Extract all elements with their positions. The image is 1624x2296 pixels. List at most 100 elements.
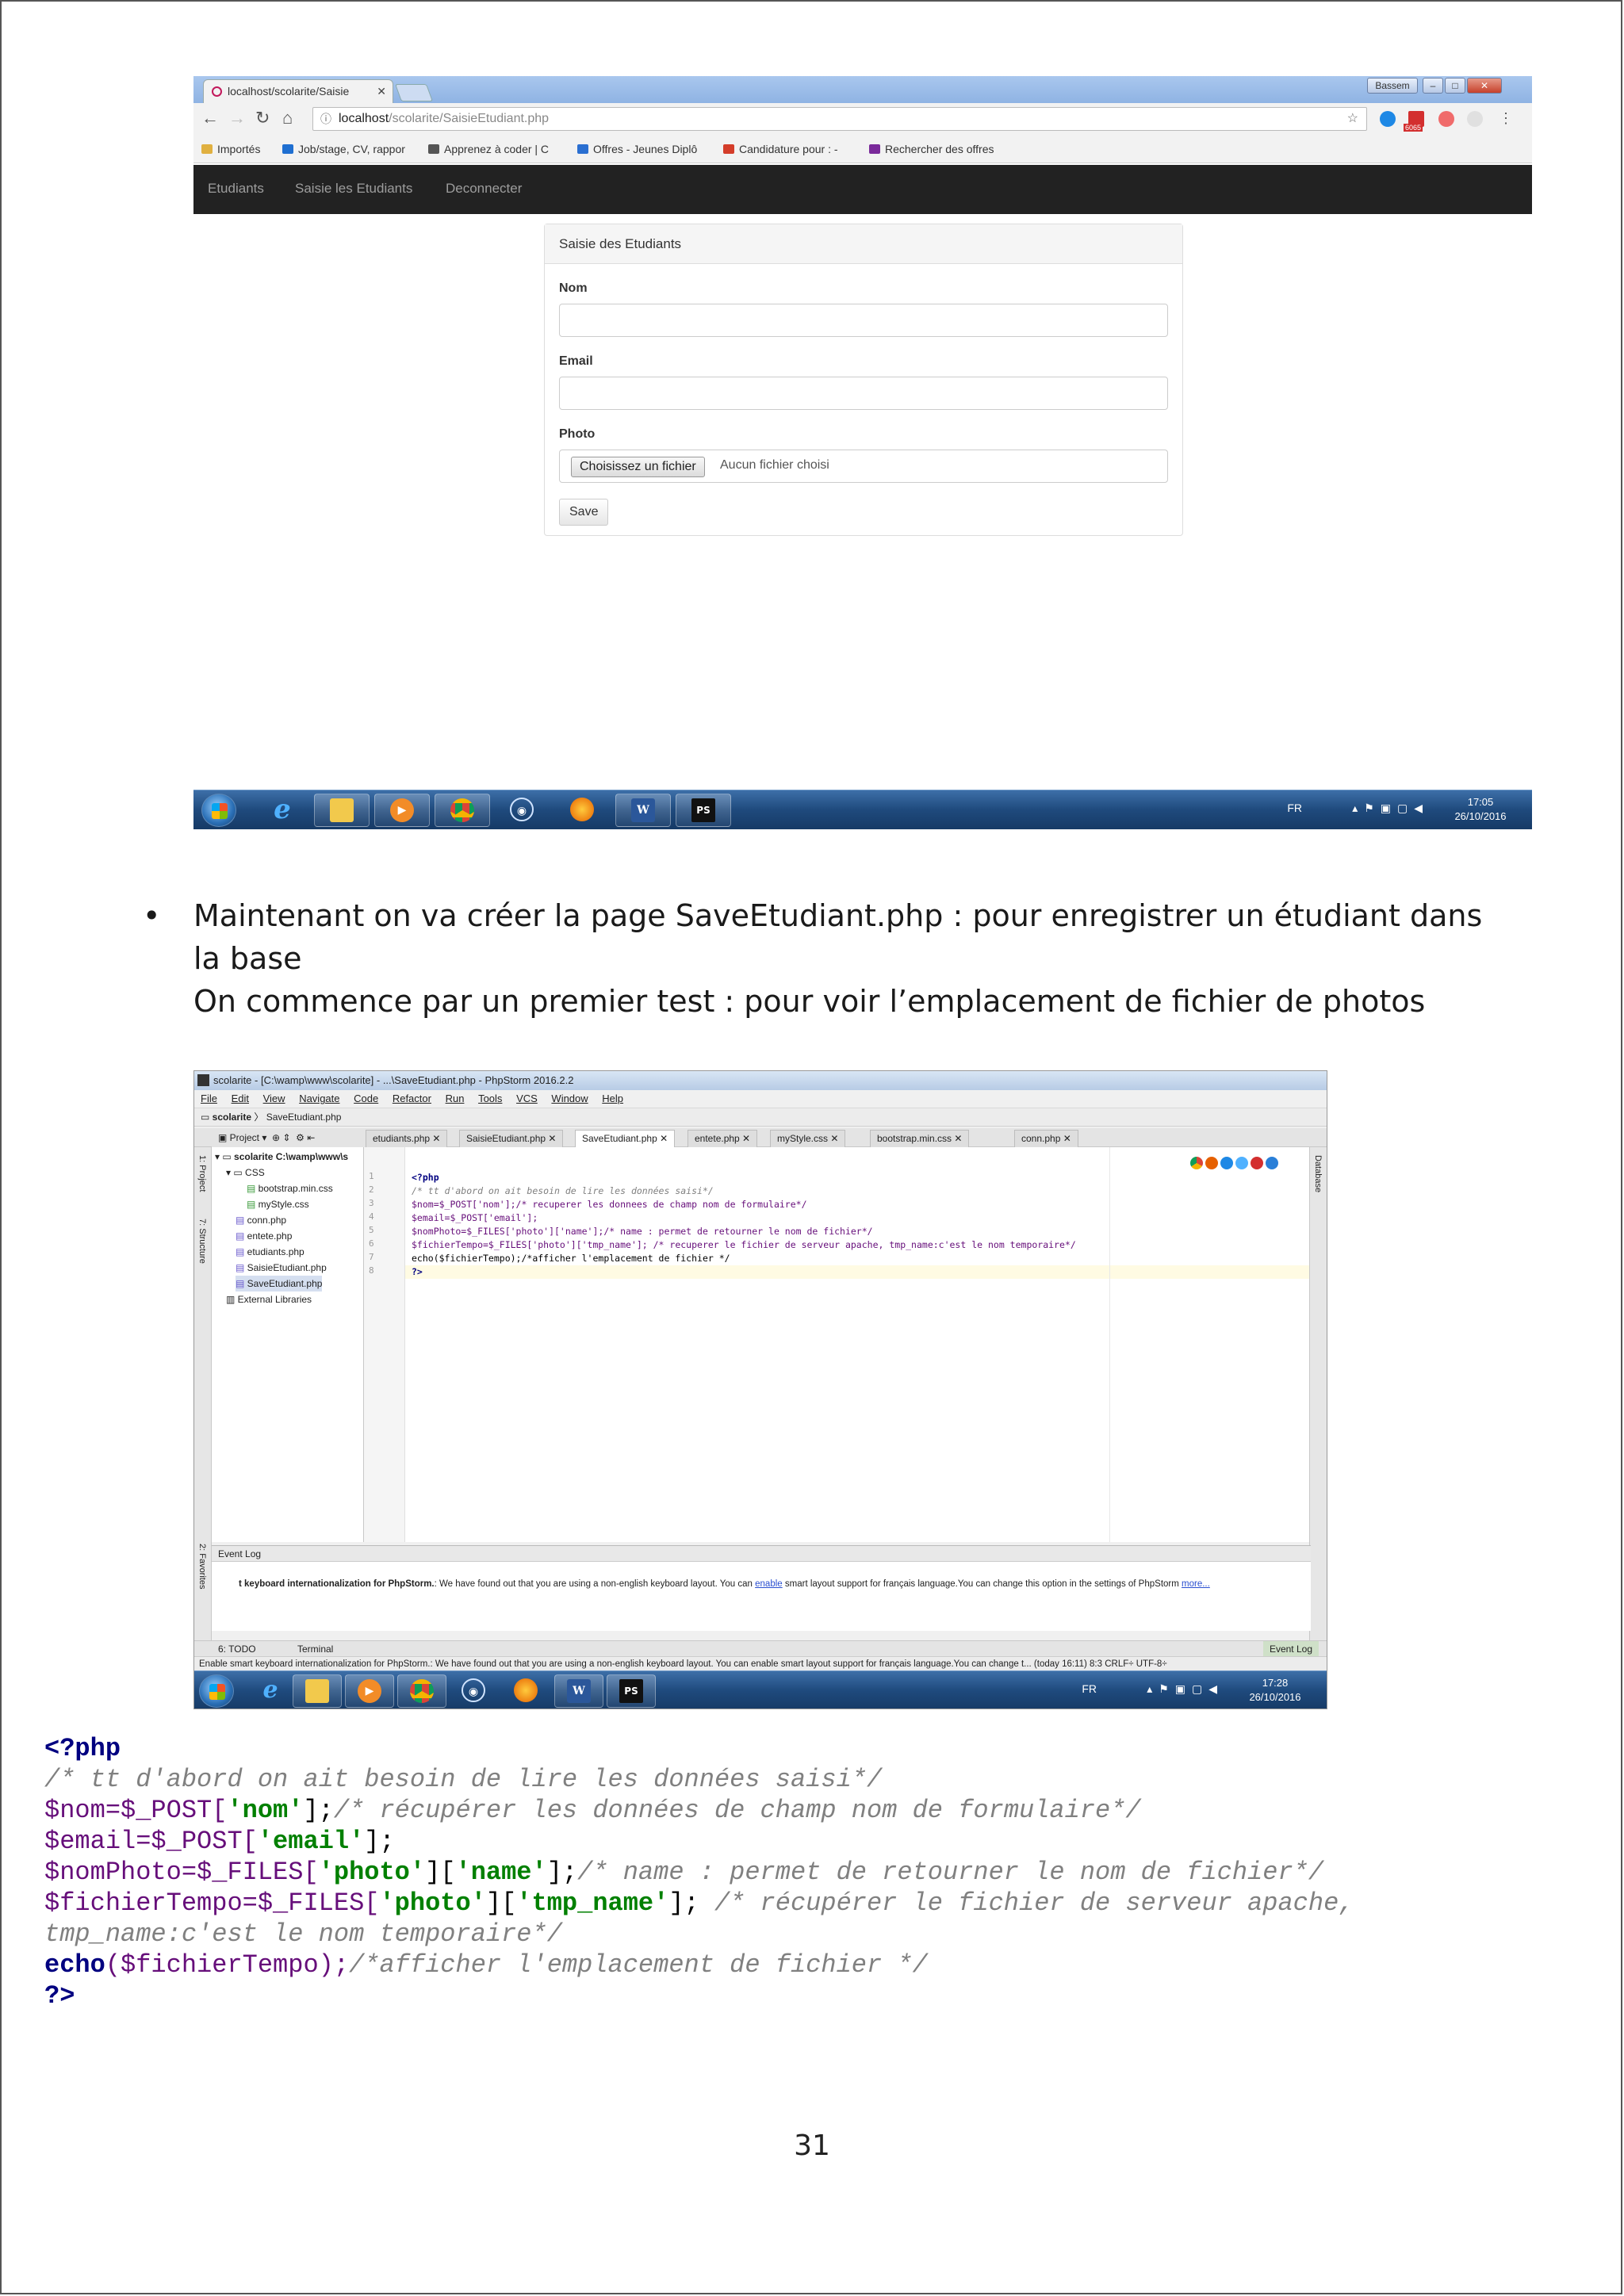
tab-saisie-etudiant[interactable]: SaisieEtudiant.php ✕ <box>459 1130 564 1147</box>
nav-saisie-etudiants[interactable]: Saisie les Etudiants <box>295 181 412 197</box>
language-indicator[interactable]: FR <box>1287 802 1302 814</box>
taskbar-explorer[interactable] <box>314 794 370 827</box>
tree-item-file[interactable]: ▤ bootstrap.min.css <box>247 1181 333 1196</box>
menu-navigate[interactable]: Navigate <box>299 1093 339 1104</box>
firefox-icon[interactable] <box>1205 1157 1218 1169</box>
browser-tab[interactable]: localhost/scolarite/Saisie ✕ <box>203 79 393 103</box>
clock[interactable]: 17:28 26/10/2016 <box>1239 1676 1311 1705</box>
new-tab-button[interactable] <box>394 84 434 101</box>
favorites-tool-button[interactable]: 2: Favorites <box>197 1544 207 1589</box>
bookmark-item[interactable]: Job/stage, CV, rappor <box>282 143 405 155</box>
tree-item-file[interactable]: ▤ etudiants.php <box>236 1244 304 1260</box>
tab-save-etudiant[interactable]: SaveEtudiant.php ✕ <box>575 1130 676 1147</box>
project-view-selector[interactable]: ▣ Project ▾ ⊕ ⇕ ⚙ ⇤ <box>212 1130 367 1147</box>
profile-button[interactable]: Bassem <box>1367 78 1418 94</box>
menu-refactor[interactable]: Refactor <box>393 1093 431 1104</box>
taskbar-explorer[interactable] <box>293 1674 342 1708</box>
tray-icons[interactable]: ▴⚑▣▢◀ <box>1352 802 1429 815</box>
taskbar-word[interactable]: W <box>615 794 671 827</box>
clock[interactable]: 17:05 26/10/2016 <box>1445 795 1516 824</box>
menu-help[interactable]: Help <box>602 1093 623 1104</box>
menu-view[interactable]: View <box>263 1093 285 1104</box>
language-indicator[interactable]: FR <box>1082 1682 1097 1695</box>
breadcrumb-project[interactable]: scolarite <box>213 1112 251 1123</box>
tree-item-file[interactable]: ▤ entete.php <box>236 1228 292 1244</box>
tab-mystyle[interactable]: myStyle.css ✕ <box>770 1130 846 1147</box>
address-bar[interactable]: ⓘ localhost/scolarite/SaisieEtudiant.php… <box>312 107 1367 131</box>
event-log-tool-button[interactable]: Event Log <box>1262 1641 1319 1657</box>
bookmark-item[interactable]: Offres - Jeunes Diplô <box>577 143 697 155</box>
code-editor[interactable]: 1 2 3 4 5 6 7 8 <?php /* tt d'abord on a… <box>364 1147 1309 1542</box>
todo-tool-button[interactable]: 6: TODO <box>218 1641 256 1657</box>
menu-file[interactable]: File <box>201 1093 217 1104</box>
bookmark-star-icon[interactable]: ☆ <box>1347 108 1358 130</box>
forward-icon[interactable]: → <box>228 109 246 127</box>
start-button[interactable] <box>199 1674 234 1708</box>
taskbar-media[interactable]: ▶ <box>345 1674 394 1708</box>
enable-link[interactable]: enable <box>755 1579 783 1589</box>
chrome-icon[interactable] <box>1190 1157 1203 1169</box>
info-icon[interactable]: ⓘ <box>320 108 331 130</box>
back-icon[interactable]: ← <box>201 109 219 127</box>
menu-kebab-icon[interactable]: ⋮ <box>1499 109 1513 127</box>
menu-window[interactable]: Window <box>551 1093 588 1104</box>
tab-etudiants[interactable]: etudiants.php ✕ <box>366 1130 448 1147</box>
reload-icon[interactable]: ↻ <box>255 109 270 127</box>
safari-icon[interactable] <box>1220 1157 1233 1169</box>
tray-icons[interactable]: ▴⚑▣▢◀ <box>1147 1682 1224 1696</box>
taskbar-ie[interactable]: e <box>243 1674 299 1708</box>
tree-item-folder[interactable]: ▾ ▭ CSS <box>226 1165 265 1181</box>
taskbar-phpstorm[interactable]: PS <box>676 794 731 827</box>
close-window-button[interactable]: ✕ <box>1467 78 1502 94</box>
taskbar-firefox[interactable] <box>502 1674 551 1708</box>
tree-item-file[interactable]: ▤ myStyle.css <box>247 1196 309 1212</box>
taskbar-phpstorm[interactable]: PS <box>607 1674 656 1708</box>
tree-item-libraries[interactable]: ▥ External Libraries <box>226 1292 312 1307</box>
email-input[interactable] <box>559 377 1168 410</box>
tree-item-file[interactable]: ▤ SaisieEtudiant.php <box>236 1260 327 1276</box>
photo-file-input[interactable]: Choisissez un fichier Aucun fichier choi… <box>559 450 1168 483</box>
bookmark-item[interactable]: Rechercher des offres <box>869 143 994 155</box>
tab-bootstrap[interactable]: bootstrap.min.css ✕ <box>870 1130 970 1147</box>
tab-entete[interactable]: entete.php ✕ <box>688 1130 758 1147</box>
bookmark-item[interactable]: Apprenez à coder | C <box>428 143 549 155</box>
bookmark-item[interactable]: Importés <box>201 143 260 155</box>
menu-vcs[interactable]: VCS <box>516 1093 538 1104</box>
choose-file-button[interactable]: Choisissez un fichier <box>571 457 705 477</box>
menu-tools[interactable]: Tools <box>478 1093 502 1104</box>
tree-item-file[interactable]: ▤ conn.php <box>236 1212 286 1228</box>
maximize-button[interactable]: □ <box>1445 78 1465 94</box>
taskbar-settings[interactable]: ◉ <box>495 794 550 827</box>
more-link[interactable]: more... <box>1182 1579 1210 1589</box>
tab-close-icon[interactable]: ✕ <box>377 80 386 102</box>
nom-input[interactable] <box>559 304 1168 337</box>
minimize-button[interactable]: – <box>1423 78 1443 94</box>
edge-icon[interactable] <box>1266 1157 1278 1169</box>
structure-tool-button[interactable]: 7: Structure <box>197 1219 207 1264</box>
start-button[interactable] <box>201 794 236 827</box>
taskbar-media[interactable]: ▶ <box>374 794 430 827</box>
extension-globe-icon[interactable] <box>1380 111 1396 127</box>
taskbar-ie[interactable]: e <box>255 794 311 827</box>
menu-code[interactable]: Code <box>354 1093 378 1104</box>
taskbar-chrome[interactable] <box>435 794 490 827</box>
tree-item-project[interactable]: ▾ ▭ scolarite C:\wamp\www\s <box>215 1149 348 1165</box>
taskbar-word[interactable]: W <box>554 1674 603 1708</box>
extension-grey-icon[interactable] <box>1467 111 1483 127</box>
project-tool-button[interactable]: 1: Project <box>197 1155 207 1192</box>
menu-run[interactable]: Run <box>446 1093 465 1104</box>
taskbar-firefox[interactable] <box>555 794 611 827</box>
breadcrumb-file[interactable]: SaveEtudiant.php <box>266 1112 342 1123</box>
menu-edit[interactable]: Edit <box>232 1093 249 1104</box>
extension-red-icon[interactable] <box>1438 111 1454 127</box>
home-icon[interactable]: ⌂ <box>282 109 293 127</box>
ie-icon[interactable] <box>1235 1157 1248 1169</box>
nav-etudiants[interactable]: Etudiants <box>208 181 264 197</box>
tab-conn[interactable]: conn.php ✕ <box>1014 1130 1078 1147</box>
opera-icon[interactable] <box>1251 1157 1263 1169</box>
tree-item-file-selected[interactable]: ▤ SaveEtudiant.php <box>236 1276 323 1292</box>
database-tool-button[interactable]: Database <box>1313 1155 1323 1192</box>
nav-deconnecter[interactable]: Deconnecter <box>446 181 522 197</box>
taskbar-settings[interactable]: ◉ <box>450 1674 499 1708</box>
bookmark-item[interactable]: Candidature pour : - <box>723 143 838 155</box>
